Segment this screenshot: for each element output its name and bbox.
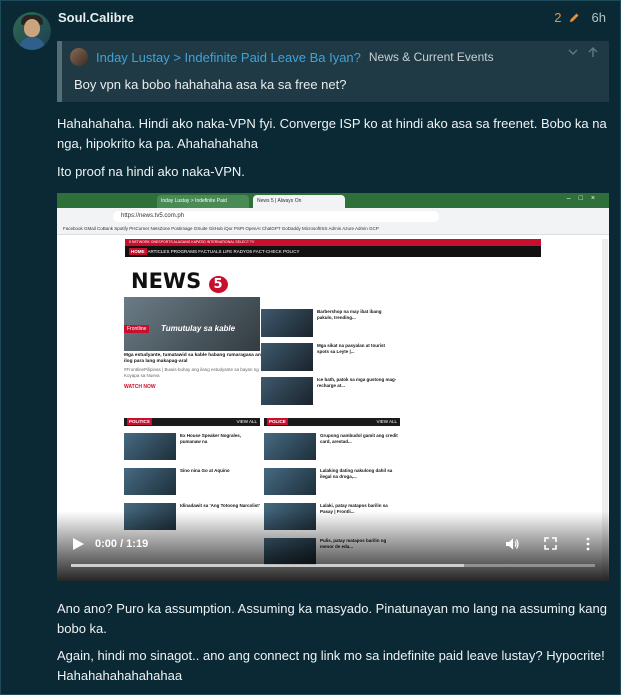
post-paragraph-3-line-2: bobo ka. [57,621,107,636]
politics-article-title: Ex House Speaker Nograles, pumanaw na [180,433,242,444]
view-all-link: VIEW ALL [376,419,397,424]
police-article-thumb [264,433,316,460]
politics-article-thumb [124,468,176,495]
view-all-link: VIEW ALL [236,419,257,424]
browser-tab-strip: Inday Lustay > Indefinite Paid News 5 | … [57,193,609,208]
video-time: 0:00 / 1:19 [95,538,149,550]
post-paragraph-4: Again, hindi mo sinagot.. ano ang connec… [57,646,613,686]
post-paragraph-1-line-1: Hahahahaha. Hindi ako naka-VPN fyi. Conv… [57,116,607,131]
hero-caption: Tumutulay sa kable [161,324,236,333]
side-article-title: Ice bath, patok sa mga gustong mag-recha… [317,377,397,388]
politics-label: POLITICS [127,418,152,425]
post-paragraph-3-line-1: Ano ano? Puro ka assumption. Assuming ka… [57,601,607,616]
news5-logo: NEWS 5 [131,269,228,293]
side-article: Ice bath, patok sa mga gustong mag-recha… [261,377,397,407]
post: Soul.Calibre 2 6h Inday Lustay > Indefin… [0,0,621,695]
watch-now-link: WATCH NOW [124,384,156,390]
browser-tab-active: News 5 | Always On [253,195,345,208]
window-controls: –□× [566,195,603,202]
post-paragraph-1: Hahahahaha. Hindi ako naka-VPN fyi. Conv… [57,114,613,154]
side-article-thumb [261,309,313,337]
post-paragraph-1-line-2: nga, hipokrito ka pa. Ahahahahaha [57,136,258,151]
site-nav-links: ARTICLES PROGRAMS FACTUALS LIFE RADYO5 F… [147,249,300,254]
site-top-bar: 5 NETWORK ONESPORTS ALAGANG KAPATID INTE… [125,239,541,246]
police-article-title: Lalaking dating nakulong dahil sa ilegal… [320,468,393,479]
side-article: Mga sikat na pasyalan at tourist spots s… [261,343,397,373]
address-bar-row: https://news.tv5.com.ph [57,208,609,235]
quote-text: Boy vpn ka bobo hahahaha asa ka sa free … [74,77,347,92]
politics-article-thumb [124,433,176,460]
avatar-head [24,19,40,37]
hero-subtitle: #FrontlinePilipinas | Buwis-buhay ang il… [124,367,259,378]
quote-block: Inday Lustay > Indefinite Paid Leave Ba … [57,41,609,102]
news5-logo-number: 5 [208,276,228,293]
video-progress-bar[interactable] [71,564,595,567]
post-time[interactable]: 6h [592,10,606,25]
side-article-thumb [261,343,313,371]
browser-tab: Inday Lustay > Indefinite Paid [157,195,249,208]
quote-category[interactable]: News & Current Events [369,50,494,64]
username[interactable]: Soul.Calibre [58,10,134,25]
chevron-down-icon[interactable] [567,46,579,58]
side-article: Barbershop na may ibat ibang pakulo, tre… [261,309,397,339]
more-options-icon[interactable] [585,537,591,551]
side-article-title: Barbershop na may ibat ibang pakulo, tre… [317,309,382,320]
play-icon[interactable] [71,537,85,551]
politics-article-title: Idinadawit sa 'Ang Totoong Narcolist' [180,503,260,508]
post-paragraph-2: Ito proof na hindi ako naka-VPN. [57,164,245,179]
police-article-thumb [264,468,316,495]
quote-controls [567,46,599,58]
police-label: POLICE [267,418,288,425]
site-nav-home: HOME [129,248,147,255]
police-section-header: POLICE VIEW ALL [264,418,400,426]
politics-article-title: Sino nina Go at Aquino [180,468,230,473]
quote-avatar[interactable] [70,48,88,66]
police-article-title: Grupong nambudol gamit ang credit card, … [320,433,398,444]
volume-icon[interactable] [505,537,519,551]
arrow-up-icon[interactable] [587,46,599,58]
avatar[interactable] [13,12,51,50]
post-meta: 2 6h [554,10,606,25]
politics-article: Sino nina Go at Aquino [124,468,260,495]
avatar-body [19,37,45,50]
hero-title: Mga estudyante, tumatawid sa kable haban… [124,353,264,364]
post-paragraph-3: Ano ano? Puro ka assumption. Assuming ka… [57,599,613,639]
hero-tag: Frontline [124,325,150,333]
politics-article: Ex House Speaker Nograles, pumanaw na [124,433,260,460]
quote-topic-link[interactable]: Inday Lustay > Indefinite Paid Leave Ba … [96,50,361,65]
side-article-thumb [261,377,313,405]
police-article: Lalaking dating nakulong dahil sa ilegal… [264,468,400,495]
side-article-title: Mga sikat na pasyalan at tourist spots s… [317,343,386,354]
address-bar: https://news.tv5.com.ph [113,211,439,222]
news5-logo-text: NEWS [131,269,202,293]
politics-section-header: POLITICS VIEW ALL [124,418,260,426]
video-buffered-bar [71,564,464,567]
quote-header: Inday Lustay > Indefinite Paid Leave Ba … [70,48,494,66]
post-paragraph-4-line-1: Again, hindi mo sinagot.. ano ang connec… [57,648,605,663]
site-nav: HOME ARTICLES PROGRAMS FACTUALS LIFE RAD… [125,246,541,257]
bookmarks-bar: Facebook GMail CoBank Spotify PHCorner N… [57,224,609,235]
post-paragraph-4-line-2: Hahahahahahahahaa [57,668,183,683]
video-player[interactable]: Inday Lustay > Indefinite Paid News 5 | … [57,193,609,581]
pencil-icon[interactable] [568,12,580,24]
fullscreen-icon[interactable] [544,537,557,550]
edit-count[interactable]: 2 [554,10,561,25]
police-article: Grupong nambudol gamit ang credit card, … [264,433,400,460]
